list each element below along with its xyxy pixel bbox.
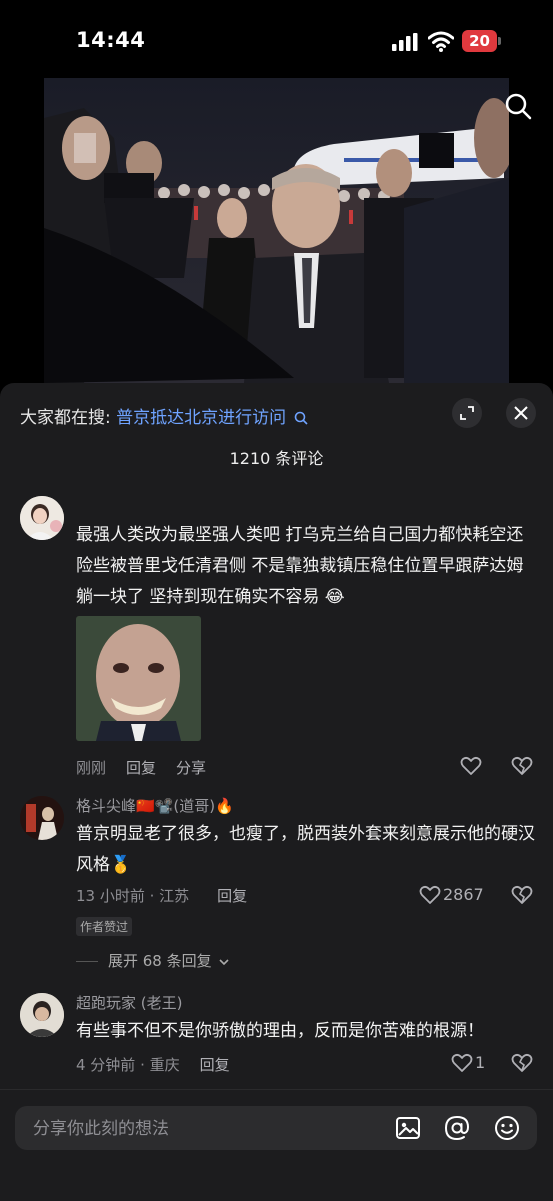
comment-text: 普京明显老了很多，也瘦了，脱西装外套来刻意展示他的硬汉风格🥇: [76, 824, 535, 875]
comment-username[interactable]: 超跑玩家 (老王): [76, 992, 182, 1013]
avatar[interactable]: [20, 993, 64, 1037]
author-liked-badge: 作者赞过: [76, 917, 133, 936]
like-icon[interactable]: [419, 885, 441, 905]
divider-line: [76, 961, 98, 962]
reply-button[interactable]: 回复: [126, 759, 156, 777]
reply-button[interactable]: 回复: [200, 1056, 230, 1074]
expand-icon: [460, 406, 474, 420]
dislike-icon[interactable]: [511, 885, 533, 905]
chevron-down-icon: [219, 958, 229, 965]
avatar[interactable]: [20, 496, 64, 540]
avatar[interactable]: [20, 796, 64, 840]
comment-image[interactable]: [76, 616, 201, 741]
comment-meta: 4 分钟前 · 重庆 回复: [76, 1054, 250, 1075]
comment-time: 13 小时前 · 江苏: [76, 887, 190, 905]
comment-count: 1210 条评论: [229, 449, 324, 468]
status-bar: 14:44 20: [0, 0, 553, 80]
like-icon[interactable]: [460, 756, 482, 776]
expand-replies-button[interactable]: 展开 68 条回复: [76, 950, 230, 971]
status-time: 14:44: [76, 28, 146, 52]
comment-text: 最强人类改为最坚强人类吧 打乌克兰给自己国力都快耗空还险些被普里戈任清君侧 不是…: [76, 525, 524, 607]
like-count: 2867: [443, 885, 484, 904]
dislike-icon[interactable]: [511, 1053, 533, 1073]
comment-input-bar: [0, 1089, 553, 1201]
expand-replies-label: 展开 68 条回复: [108, 952, 212, 970]
battery-level: 20: [469, 32, 490, 50]
hot-search-term[interactable]: 普京抵达北京进行访问: [116, 408, 286, 428]
search-icon[interactable]: [504, 92, 532, 120]
close-button[interactable]: [506, 398, 536, 428]
comment-input-container[interactable]: [15, 1106, 537, 1152]
cellular-signal-icon: [392, 33, 418, 51]
like-icon[interactable]: [451, 1053, 473, 1073]
hot-search-banner[interactable]: 大家都在搜: 普京抵达北京进行访问: [20, 403, 308, 428]
small-search-icon: [294, 411, 308, 425]
comment-username[interactable]: 格斗尖峰🇨🇳📽️(道哥)🔥: [76, 795, 234, 816]
mention-icon[interactable]: [444, 1115, 470, 1141]
image-icon[interactable]: [395, 1115, 421, 1141]
comment-meta: 刚刚 回复 分享: [76, 757, 226, 778]
video-frame: [44, 78, 509, 383]
comment-time: 刚刚: [76, 759, 107, 777]
battery-indicator: 20: [462, 30, 501, 52]
comment-text: 有些事不但不是你骄傲的理由，反而是你苦难的根源！: [76, 1021, 484, 1041]
comment-meta: 13 小时前 · 江苏 回复: [76, 885, 267, 906]
video-player[interactable]: [44, 78, 509, 383]
comment-time: 4 分钟前 · 重庆: [76, 1056, 180, 1074]
expand-button[interactable]: [452, 398, 482, 428]
comments-sheet: 大家都在搜: 普京抵达北京进行访问 1210 条评论 最强人类改为最坚强人类吧 …: [0, 383, 553, 1200]
close-icon: [514, 406, 528, 420]
hot-search-prefix: 大家都在搜:: [20, 408, 111, 428]
wifi-icon: [428, 31, 454, 52]
like-count: 1: [475, 1053, 486, 1072]
reply-button[interactable]: 回复: [217, 887, 247, 905]
share-button[interactable]: 分享: [176, 759, 206, 777]
dislike-icon[interactable]: [511, 756, 533, 776]
emoji-icon[interactable]: [494, 1115, 520, 1141]
comment-input[interactable]: [31, 1106, 375, 1152]
